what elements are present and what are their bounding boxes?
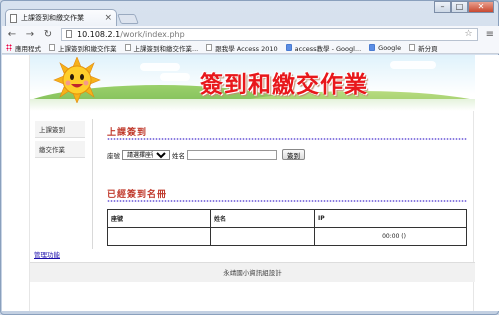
bookmark-item[interactable]: access教學 - Googl... — [285, 43, 362, 53]
table-row: 00:00 () — [107, 227, 467, 246]
signin-heading: 上課簽到 — [107, 128, 148, 138]
table-cell — [210, 227, 315, 246]
page-icon — [124, 44, 131, 51]
bookmark-star-icon[interactable]: ☆ — [465, 29, 473, 39]
bookmark-label: 上課簽到和繳交作業 — [58, 44, 117, 53]
table-cell: 00:00 () — [314, 227, 467, 246]
bookmark-label: Google — [378, 43, 402, 52]
page-footer: 永靖國小資訊組設計 — [30, 262, 475, 282]
column-header: 姓名 — [210, 209, 315, 228]
reload-icon[interactable]: ↻ — [43, 29, 53, 40]
bookmark-item[interactable]: 跟我學 Access 2010 — [206, 43, 278, 53]
dotted-divider — [107, 138, 467, 140]
page-icon — [49, 44, 55, 51]
dotted-divider — [107, 200, 467, 202]
new-tab-button[interactable] — [117, 14, 139, 24]
page-icon — [10, 13, 17, 23]
seat-select[interactable]: 請選擇座號 — [122, 149, 170, 160]
name-label: 姓名 — [172, 151, 185, 160]
bookmark-item[interactable]: 新分頁 — [409, 43, 438, 53]
signin-form: 座號 請選擇座號 姓名 簽到 — [107, 149, 305, 160]
close-window-button[interactable]: ✕ — [468, 1, 494, 13]
forward-arrow-icon[interactable]: → — [25, 29, 35, 40]
cloud-shape — [390, 61, 436, 69]
table-header-row: 座號 姓名 IP — [107, 209, 467, 228]
seat-label: 座號 — [107, 151, 120, 160]
signin-button[interactable]: 簽到 — [282, 149, 305, 160]
divider — [92, 119, 93, 249]
window-controls: – □ ✕ — [434, 1, 494, 13]
close-tab-icon[interactable]: × — [104, 13, 112, 23]
url-host: 10.108.2.1 — [77, 29, 121, 39]
sidebar-item-homework[interactable]: 繳交作業 — [35, 141, 85, 158]
google-icon — [285, 44, 292, 51]
page-icon — [409, 44, 416, 51]
page-icon — [206, 44, 213, 51]
bookmark-apps[interactable]: 應用程式 — [6, 43, 41, 53]
tab-title: 上課簽到和繳交作業 — [21, 14, 84, 22]
apps-icon — [6, 44, 12, 51]
bookmark-label: access教學 - Googl... — [294, 44, 362, 53]
bookmark-label: 應用程式 — [15, 44, 41, 53]
sidebar-item-signin[interactable]: 上課簽到 — [35, 121, 85, 138]
bookmark-item[interactable]: 上課簽到和繳交作業 — [49, 43, 117, 53]
browser-tab[interactable]: 上課簽到和繳交作業 × — [5, 9, 117, 26]
sidebar-menu: 上課簽到 繳交作業 — [35, 121, 85, 158]
cloud-shape — [160, 73, 190, 81]
bookmark-label: 跟我學 Access 2010 — [215, 44, 278, 53]
page-container: 簽到和繳交作業 上課簽到 繳交作業 上課簽到 座號 請選擇座號 姓名 簽到 已經… — [29, 55, 475, 311]
back-arrow-icon[interactable]: ← — [7, 29, 17, 40]
page-viewport: 簽到和繳交作業 上課簽到 繳交作業 上課簽到 座號 請選擇座號 姓名 簽到 已經… — [2, 55, 499, 311]
sun-logo-icon — [53, 57, 101, 103]
menu-icon[interactable]: ≡ — [486, 29, 494, 40]
google-icon — [369, 44, 376, 51]
name-input[interactable] — [187, 149, 277, 160]
maximize-button[interactable]: □ — [451, 1, 468, 13]
page-icon — [66, 30, 72, 38]
url-path: /work/index.php — [120, 29, 185, 39]
browser-toolbar: ← → ↻ 10.108.2.1 /work/index.php ☆ ≡ — [2, 26, 499, 42]
cloud-shape — [140, 63, 180, 71]
signed-list-heading: 已經簽到名冊 — [107, 190, 168, 200]
minimize-button[interactable]: – — [434, 1, 451, 13]
bookmark-item[interactable]: 上課簽到和繳交作業... — [124, 43, 199, 53]
header-banner: 簽到和繳交作業 — [30, 55, 475, 111]
address-bar[interactable]: 10.108.2.1 /work/index.php ☆ — [61, 27, 478, 41]
browser-window: 上課簽到和繳交作業 × – □ ✕ ← → ↻ 10.108.2.1 /work… — [0, 0, 499, 315]
signed-table: 座號 姓名 IP 00:00 () — [107, 209, 467, 246]
bookmark-item[interactable]: Google — [369, 44, 401, 52]
bookmark-label: 新分頁 — [418, 44, 438, 53]
bookmarks-bar: 應用程式 上課簽到和繳交作業 上課簽到和繳交作業... 跟我學 Access 2… — [2, 42, 499, 54]
bookmark-label: 上課簽到和繳交作業... — [133, 44, 199, 53]
table-cell — [107, 227, 211, 246]
column-header: 座號 — [107, 209, 211, 228]
admin-link[interactable]: 管理功能 — [34, 249, 60, 259]
column-header: IP — [314, 209, 467, 228]
banner-title: 簽到和繳交作業 — [200, 71, 368, 98]
